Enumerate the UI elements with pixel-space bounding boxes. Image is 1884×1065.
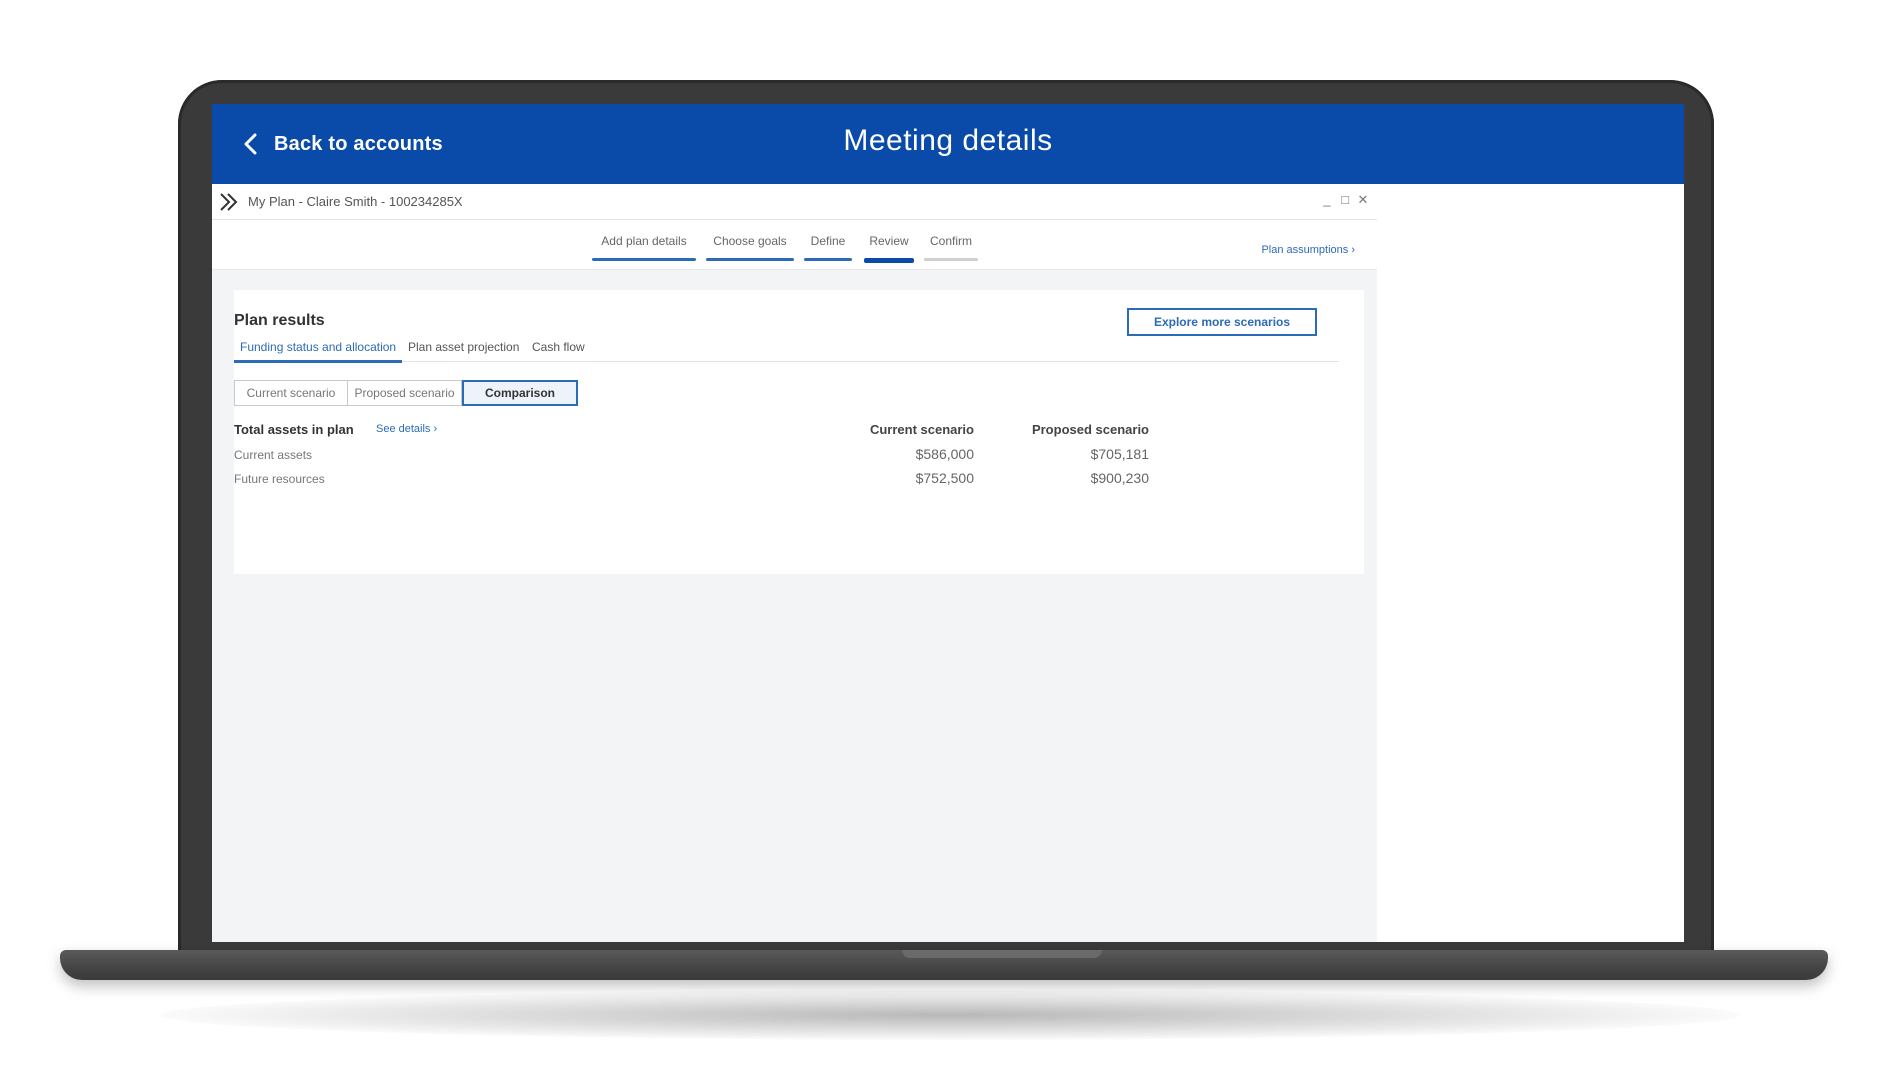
- minimize-icon[interactable]: _: [1321, 192, 1333, 208]
- step-label: Review: [869, 234, 909, 248]
- future-resources-current: $752,500: [915, 470, 974, 486]
- tab-plan-asset-projection[interactable]: Plan asset projection: [408, 340, 519, 360]
- future-resources-proposed: $900,230: [1090, 470, 1149, 486]
- plan-assumptions-link[interactable]: Plan assumptions ›: [1261, 244, 1355, 256]
- results-subtabs: Funding status and allocation Plan asset…: [234, 340, 1339, 363]
- step-label: Define: [810, 234, 846, 248]
- app-logo-icon: [220, 193, 238, 211]
- step-define[interactable]: Define: [804, 234, 852, 261]
- step-progress-bar: [924, 258, 978, 261]
- step-choose-goals[interactable]: Choose goals: [706, 234, 794, 261]
- step-label: Add plan details: [601, 234, 687, 248]
- tab-cash-flow[interactable]: Cash flow: [532, 340, 585, 360]
- proposed-scenario-button[interactable]: Proposed scenario: [348, 380, 462, 406]
- plan-results-title: Plan results: [234, 312, 325, 329]
- comparison-button[interactable]: Comparison: [462, 380, 578, 406]
- current-assets-proposed: $705,181: [1090, 446, 1149, 462]
- step-label: Confirm: [929, 234, 972, 248]
- plan-results-body: Plan results Explore more scenarios Fund…: [234, 290, 1364, 574]
- window-titlebar: My Plan - Claire Smith - 100234285X _ □ …: [212, 184, 1377, 220]
- current-scenario-button[interactable]: Current scenario: [234, 380, 348, 406]
- step-progress-bar: [864, 258, 914, 263]
- step-review[interactable]: Review: [864, 234, 914, 263]
- laptop-screen: Back to accounts Meeting details My Plan…: [212, 104, 1684, 942]
- step-progress-bar: [706, 258, 794, 261]
- see-details-link[interactable]: See details ›: [376, 423, 437, 435]
- close-icon[interactable]: ✕: [1357, 192, 1369, 208]
- current-assets-current: $586,000: [915, 446, 974, 462]
- window-controls: _ □ ✕: [1321, 192, 1369, 208]
- step-progress-bar: [804, 258, 852, 261]
- tab-funding-status[interactable]: Funding status and allocation: [234, 340, 403, 363]
- scenario-toggle: Current scenario Proposed scenario Compa…: [234, 380, 578, 406]
- step-label: Choose goals: [713, 234, 787, 248]
- laptop-base: [60, 950, 1828, 980]
- future-resources-label: Future resources: [234, 472, 325, 486]
- laptop-shadow: [160, 990, 1740, 1040]
- laptop-notch: [902, 950, 1102, 958]
- maximize-icon[interactable]: □: [1339, 192, 1351, 208]
- plan-results-inner: Plan results Explore more scenarios Fund…: [234, 290, 1339, 574]
- plan-results-content: Plan results Explore more scenarios Fund…: [234, 290, 1339, 574]
- explore-more-scenarios-button[interactable]: Explore more scenarios: [1127, 308, 1317, 336]
- plan-app: My Plan - Claire Smith - 100234285X _ □ …: [212, 184, 1377, 942]
- total-assets-label: Total assets in plan: [234, 422, 354, 437]
- step-add-plan-details[interactable]: Add plan details: [592, 234, 696, 261]
- plan-results-card: Plan results Explore more scenarios Fund…: [234, 290, 1364, 574]
- step-progress-bar: [592, 258, 696, 261]
- step-confirm[interactable]: Confirm: [924, 234, 978, 261]
- current-assets-label: Current assets: [234, 448, 313, 462]
- plan-stepper: Add plan details Choose goals Define Rev…: [212, 220, 1377, 270]
- window-title: My Plan - Claire Smith - 100234285X: [248, 194, 463, 209]
- meeting-header: Back to accounts Meeting details: [212, 104, 1684, 184]
- current-scenario-header: Current scenario: [869, 422, 974, 437]
- page-title: Meeting details: [843, 124, 1053, 157]
- proposed-scenario-header: Proposed scenario: [1031, 422, 1149, 437]
